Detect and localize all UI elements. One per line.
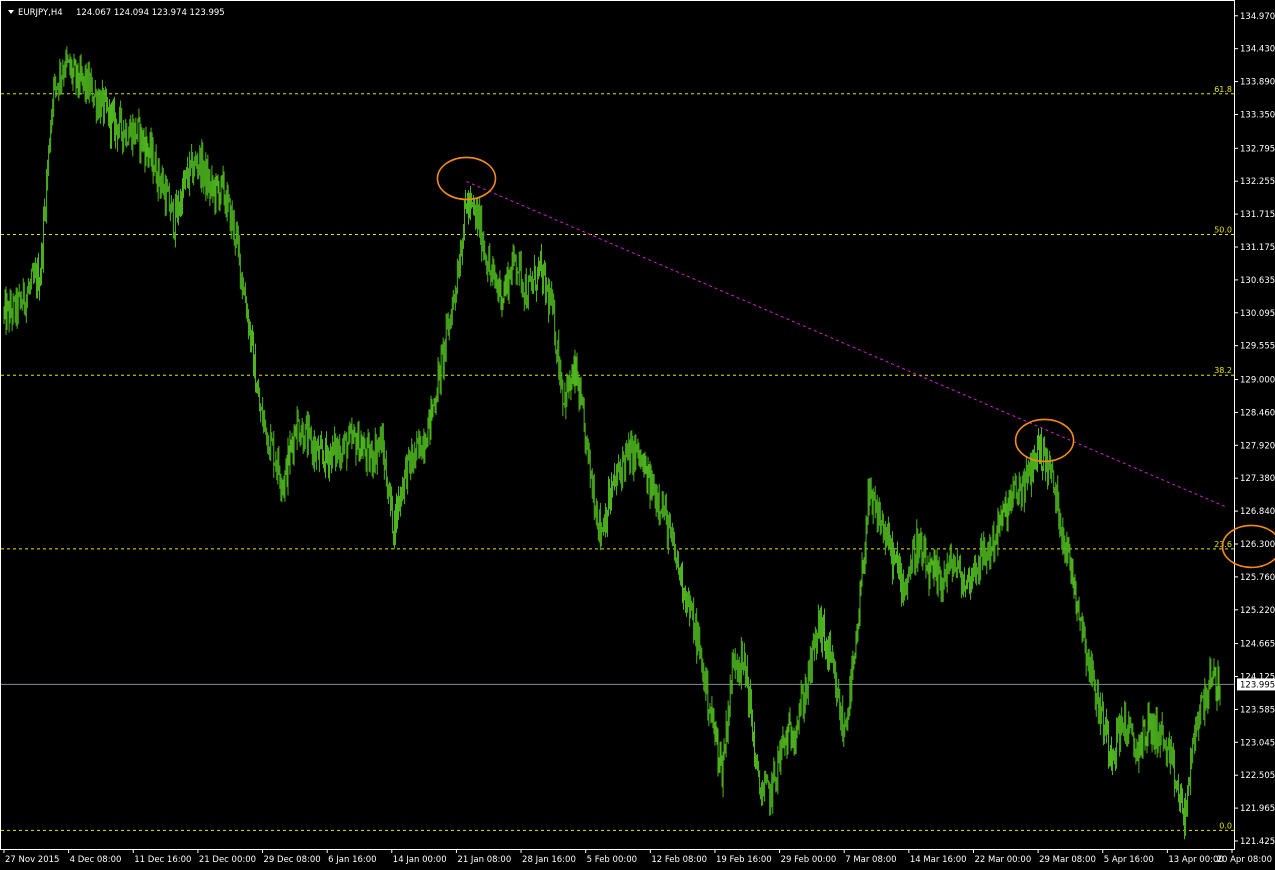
x-tick-label: 19 Feb 16:00 (716, 855, 772, 865)
y-tick-label: 134.970 (1240, 12, 1275, 22)
x-tick-label: 4 Dec 08:00 (70, 855, 122, 865)
y-tick-label: 122.505 (1240, 771, 1275, 781)
symbol-label: EURJPY,H4 (18, 8, 63, 18)
y-tick-label: 127.380 (1240, 474, 1275, 484)
y-tick-label: 126.840 (1240, 507, 1275, 517)
x-tick-label: 20 Apr 08:00 (1217, 855, 1272, 865)
price-axis[interactable]: 134.970 134.430 133.890 133.350 132.795 132.2… (1234, 12, 1275, 847)
fib-label-38.2: 38.2 (1214, 366, 1232, 375)
x-tick-label: 22 Mar 00:00 (974, 855, 1031, 865)
y-tick-label: 124.665 (1240, 640, 1275, 650)
fib-label-50.0: 50.0 (1214, 226, 1232, 235)
y-tick-label: 129.555 (1240, 342, 1275, 352)
x-tick-label: 29 Mar 08:00 (1039, 855, 1096, 865)
y-tick-label: 132.255 (1240, 177, 1275, 187)
y-tick-label: 133.350 (1240, 110, 1275, 120)
fib-label-0.0: 0.0 (1219, 821, 1232, 830)
y-tick-label: 131.175 (1240, 243, 1275, 253)
y-tick-label: 131.715 (1240, 210, 1275, 220)
x-tick-label: 27 Nov 2015 (5, 855, 59, 865)
x-tick-label: 21 Dec 00:00 (199, 855, 256, 865)
x-tick-label: 29 Feb 00:00 (781, 855, 837, 865)
current-price-label: 123.995 (1240, 680, 1275, 690)
chart-header[interactable]: EURJPY,H4 124.067 124.094 123.974 123.99… (8, 8, 225, 18)
y-tick-label: 129.000 (1240, 376, 1275, 386)
x-tick-label: 14 Jan 00:00 (393, 855, 447, 865)
y-tick-label: 134.430 (1240, 45, 1275, 55)
y-tick-label: 121.965 (1240, 804, 1275, 814)
x-tick-label: 6 Jan 16:00 (328, 855, 376, 865)
y-tick-label: 130.095 (1240, 309, 1275, 319)
x-tick-label: 13 Apr 00:00 (1168, 855, 1223, 865)
x-tick-label: 29 Dec 08:00 (264, 855, 321, 865)
x-tick-label: 5 Feb 00:00 (587, 855, 637, 865)
y-tick-label: 130.635 (1240, 276, 1275, 286)
time-axis[interactable]: 27 Nov 2015 4 Dec 08:00 11 Dec 16:00 21 Dec… (3, 849, 1272, 865)
y-tick-label: 123.045 (1240, 738, 1275, 748)
y-tick-label: 125.760 (1240, 573, 1275, 583)
y-tick-label: 126.300 (1240, 540, 1275, 550)
y-tick-label: 121.425 (1240, 837, 1275, 847)
ohlc-values: 124.067 124.094 123.974 123.995 (76, 8, 225, 18)
x-tick-label: 28 Jan 16:00 (522, 855, 576, 865)
y-tick-label: 133.890 (1240, 78, 1275, 88)
chart-frame (0, 0, 1235, 850)
price-chart[interactable]: EURJPY,H4 124.067 124.094 123.974 123.99… (0, 0, 1275, 870)
y-tick-label: 123.585 (1240, 705, 1275, 715)
y-tick-label: 125.220 (1240, 606, 1275, 616)
x-tick-label: 7 Mar 08:00 (845, 855, 896, 865)
x-tick-label: 14 Mar 16:00 (910, 855, 967, 865)
y-tick-label: 132.795 (1240, 144, 1275, 154)
y-tick-label: 128.460 (1240, 408, 1275, 418)
fib-label-61.8: 61.8 (1214, 85, 1232, 94)
x-tick-label: 12 Feb 08:00 (651, 855, 707, 865)
x-tick-label: 21 Jan 08:00 (457, 855, 511, 865)
x-tick-label: 11 Dec 16:00 (134, 855, 191, 865)
x-tick-label: 5 Apr 16:00 (1104, 855, 1154, 865)
y-tick-label: 127.920 (1240, 441, 1275, 451)
